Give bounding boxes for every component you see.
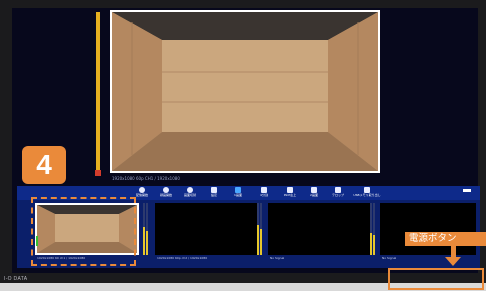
camera-preview-ch4[interactable] [380, 203, 476, 255]
toolbar-settings-button[interactable]: 設定 [204, 186, 224, 200]
main-video-caption: 1920x1080 60p CH1 / 1920x1080 [112, 176, 180, 181]
camera-preview-ch2[interactable] [155, 203, 259, 255]
toolbar-single-screen-button[interactable]: 1画面 [228, 186, 248, 200]
toolbar-menu-icon[interactable] [463, 189, 471, 192]
toolbar-switch-button[interactable]: 画面切替 [180, 186, 200, 200]
toolbar-caption-button[interactable]: テロップ [328, 186, 348, 200]
main-video-room-image [112, 12, 378, 171]
toolbar-quad-split-button[interactable]: 4分割 [254, 186, 274, 200]
audio-meter-ch1 [143, 203, 148, 255]
highlight-dashed-frame [31, 197, 136, 266]
toolbar-dual-screen-button[interactable]: 2画面 [304, 186, 324, 200]
camera-ch2-caption: 1920x1080 60p ch2 / 1920x1080 [157, 256, 208, 260]
audio-meter-ch2 [257, 203, 262, 255]
camera-preview-ch3[interactable] [268, 203, 372, 255]
vertical-level-bar [96, 12, 100, 172]
power-button-callout: 電源ボタン [405, 232, 486, 246]
audio-meter-ch3 [370, 203, 375, 255]
toolbar-pip-button[interactable]: PinP左上 [280, 186, 300, 200]
level-indicator-dot [95, 170, 101, 176]
toolbar-usb-eject-button[interactable]: USBメモリ取り出し [352, 186, 382, 200]
down-arrow-icon [445, 257, 461, 266]
camera-ch4-caption: No Signal [382, 256, 397, 260]
camera-ch3-caption: No Signal [270, 256, 285, 260]
brand-logo: I-O DATA [4, 276, 28, 282]
step-number-badge: 4 [22, 146, 66, 184]
power-button-highlight[interactable] [388, 268, 484, 290]
toolbar-record-button[interactable]: 録画開始 [156, 186, 176, 200]
